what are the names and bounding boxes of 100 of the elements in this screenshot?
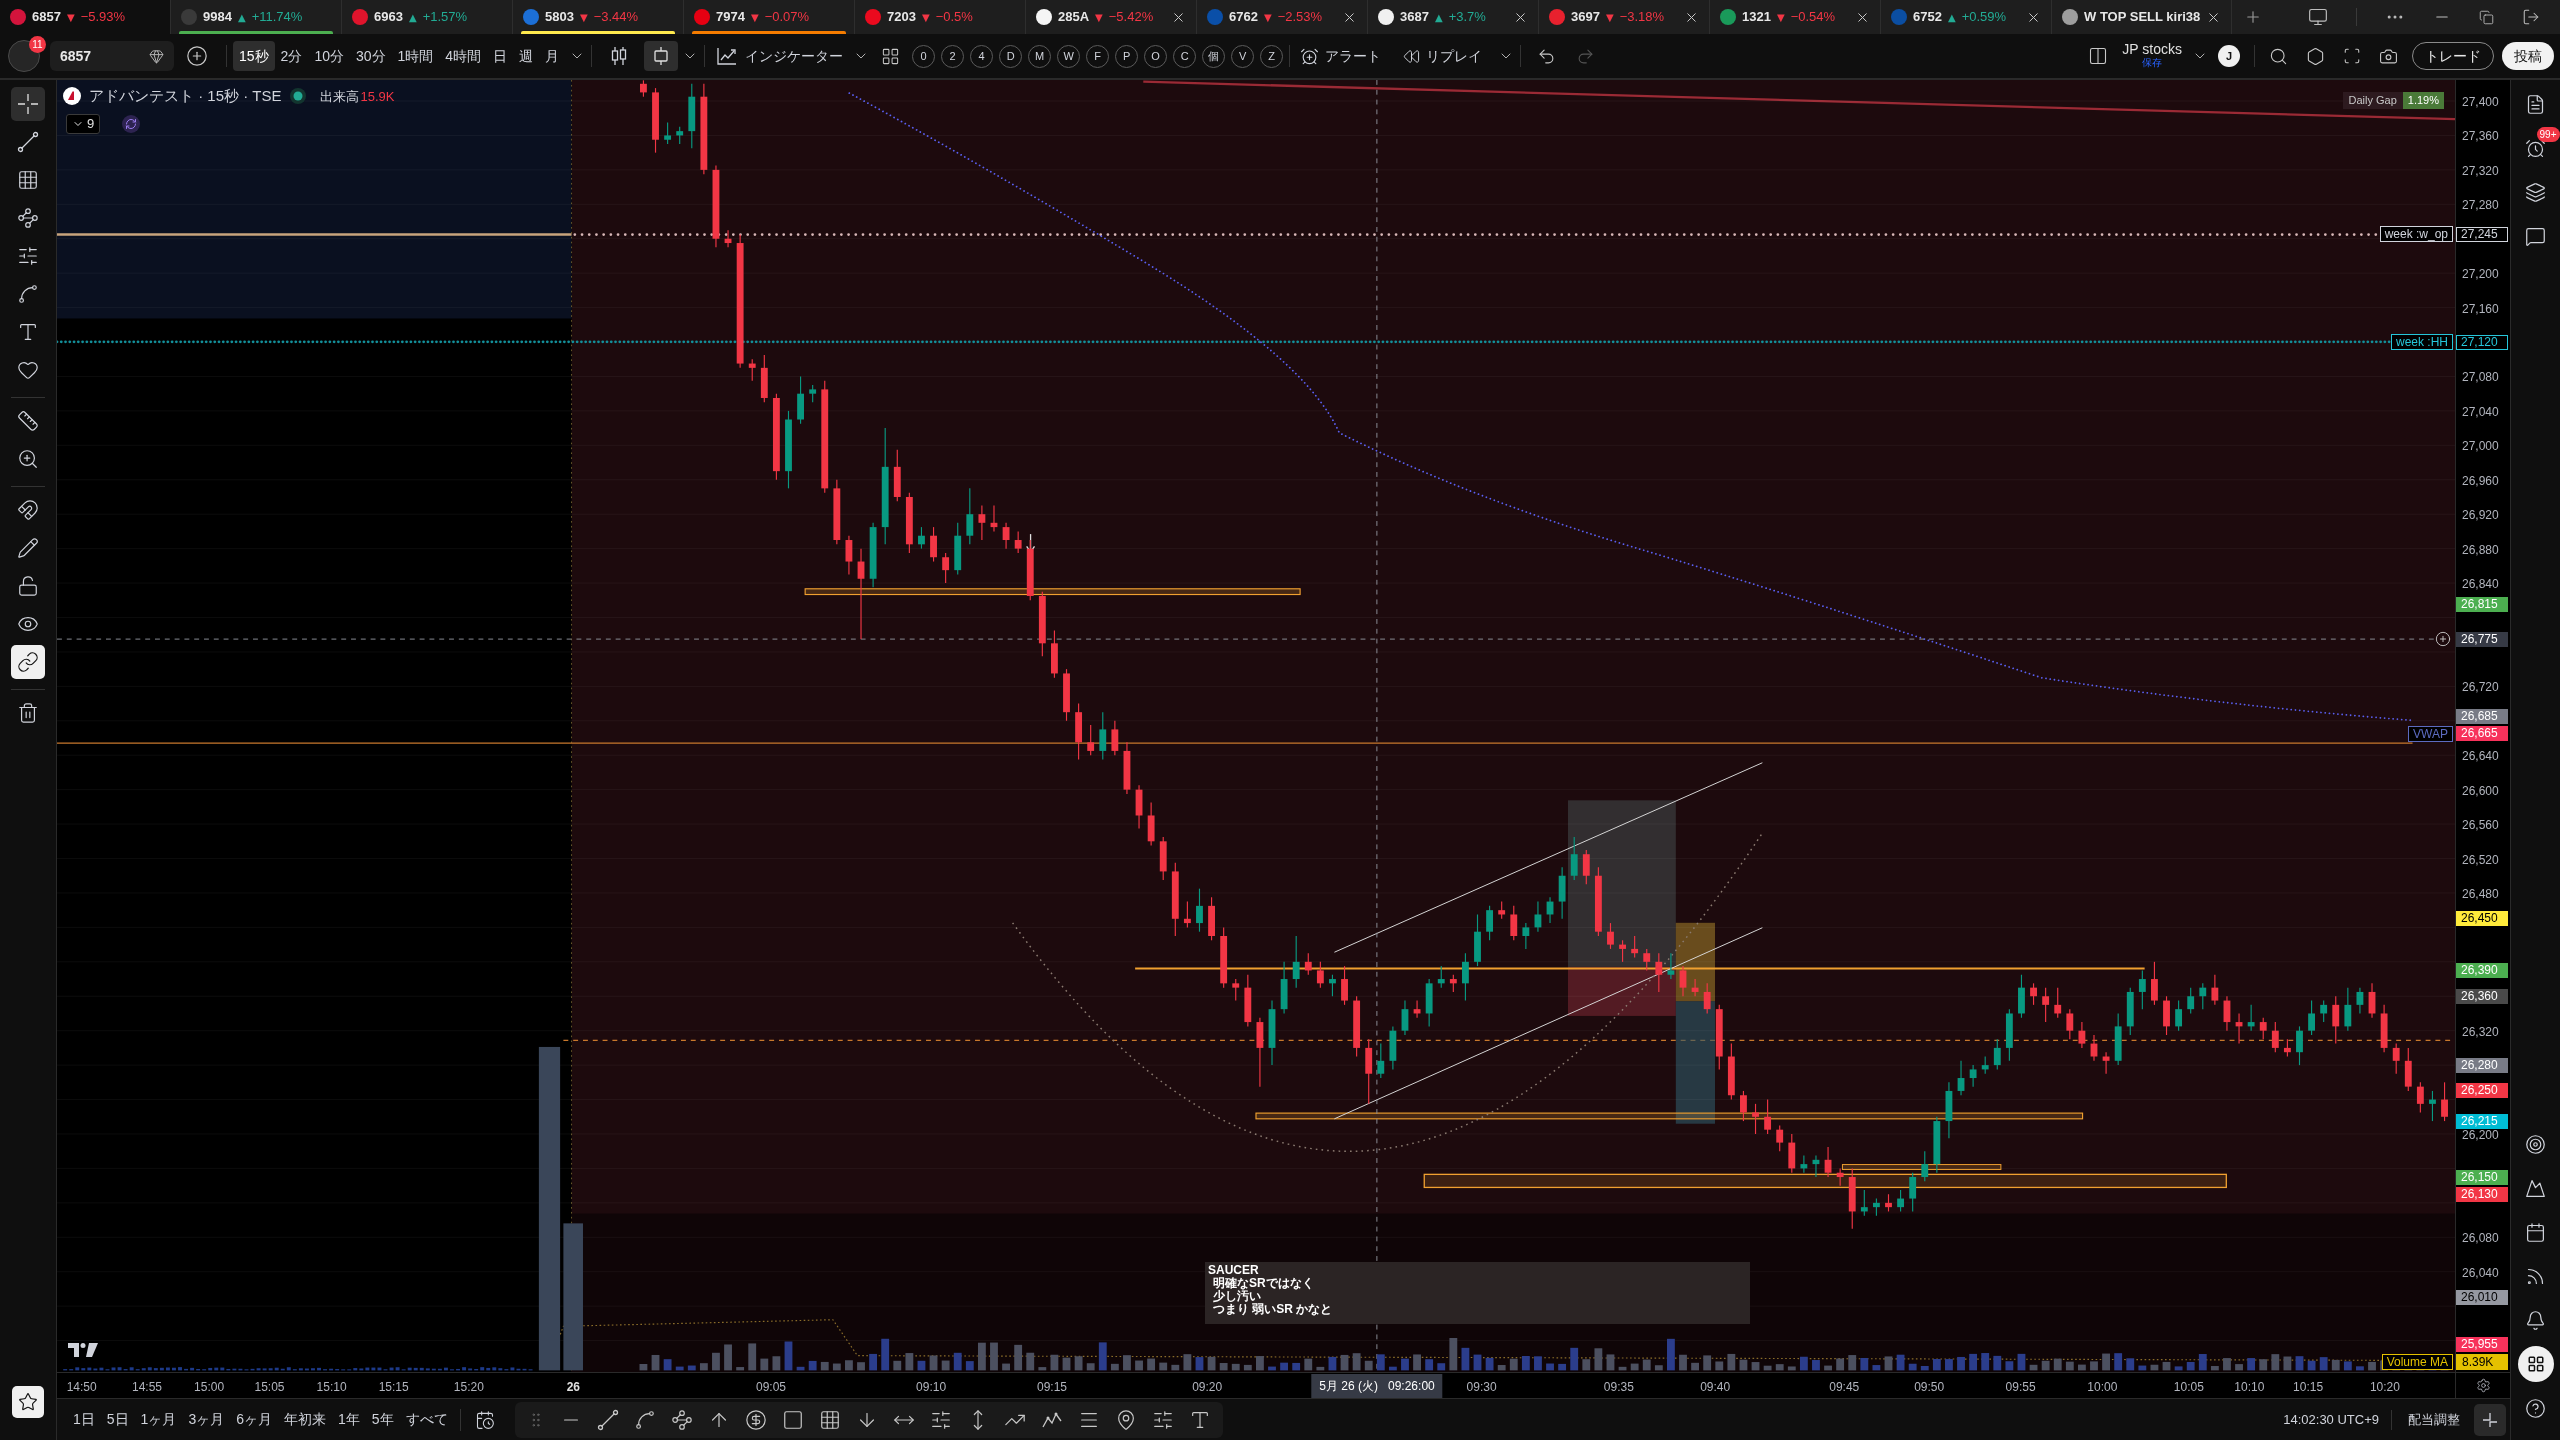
settings-icon[interactable]	[2475, 1378, 2491, 1393]
grid-icon[interactable]	[17, 169, 39, 191]
heart-icon[interactable]	[17, 359, 39, 381]
waypoints-icon[interactable]	[670, 1408, 693, 1431]
interval-button[interactable]: 週	[513, 41, 540, 71]
search-icon[interactable]	[2269, 46, 2288, 66]
mountain-icon[interactable]	[2525, 1177, 2546, 1199]
chat-icon[interactable]	[2525, 225, 2546, 247]
range-button[interactable]: 3ヶ月	[182, 1405, 231, 1434]
candle	[1631, 935, 1639, 959]
document-icon[interactable]	[2525, 93, 2546, 115]
replay-button[interactable]: リプレイ	[1399, 41, 1487, 71]
layout-name-button[interactable]: JP stocks 保存	[2122, 42, 2182, 70]
favorites-button[interactable]	[12, 1386, 44, 1418]
sidebar-button[interactable]	[2517, 1346, 2554, 1382]
maximize-button[interactable]	[2474, 1403, 2506, 1436]
restore-icon[interactable]	[2479, 9, 2494, 25]
corner-icon[interactable]	[2483, 1412, 2497, 1427]
grid-icon[interactable]	[818, 1408, 841, 1431]
symbol-search-field[interactable]: 6857	[50, 41, 174, 71]
link-icon[interactable]	[17, 651, 39, 673]
columns-icon[interactable]	[2088, 46, 2109, 66]
zoom-in-icon[interactable]	[17, 448, 39, 470]
apps-grid-icon[interactable]	[2526, 1355, 2545, 1373]
avatar-icon[interactable]	[8, 40, 40, 72]
calendar-icon[interactable]	[474, 1409, 495, 1430]
collapse-button[interactable]: 9	[66, 113, 101, 134]
pencil-icon[interactable]	[17, 537, 39, 559]
interval-button[interactable]: 2分	[274, 41, 309, 71]
time-label: 09:55	[2005, 1379, 2036, 1396]
spline-icon[interactable]	[17, 283, 39, 305]
exit-icon[interactable]	[2522, 8, 2540, 26]
crosshair-icon[interactable]	[17, 93, 39, 115]
interval-button[interactable]: 30分	[349, 41, 392, 71]
layout-grid-icon[interactable]	[881, 46, 901, 66]
dollar-icon[interactable]	[744, 1408, 767, 1431]
layers-icon[interactable]	[2525, 181, 2546, 203]
range-button[interactable]: すべて	[399, 1405, 454, 1434]
star-icon[interactable]	[18, 1392, 38, 1412]
range-button[interactable]: 5年	[365, 1405, 400, 1434]
sliders-icon[interactable]	[1151, 1408, 1174, 1431]
interval-button[interactable]: 日	[487, 41, 514, 71]
price-tick-label: 26,200	[2462, 1128, 2499, 1141]
candle	[1075, 703, 1083, 761]
chart-curve-icon[interactable]	[717, 47, 738, 65]
sliders-icon[interactable]	[929, 1408, 952, 1431]
price-tick-label: 26,640	[2462, 750, 2499, 763]
candle-icon[interactable]	[652, 46, 671, 66]
adjustment-button[interactable]: 配当調整	[2404, 1405, 2464, 1434]
price-label: 26,250	[2456, 1083, 2508, 1099]
symbol-tab[interactable]: 6857 ▼ −5.93%	[0, 0, 171, 34]
target-icon[interactable]	[2525, 1133, 2546, 1155]
alarm-clock-icon[interactable]	[2525, 137, 2546, 159]
candles-icon[interactable]	[611, 46, 628, 66]
alarm-clock-icon[interactable]	[1300, 46, 1320, 66]
sliders-icon[interactable]	[17, 245, 39, 267]
candle	[2344, 987, 2352, 1032]
range-button[interactable]: 年初来	[278, 1405, 332, 1434]
candle	[1570, 836, 1578, 881]
alert-button[interactable]: アラート	[1296, 41, 1386, 71]
hexagon-icon[interactable]	[2306, 46, 2325, 66]
interval-button[interactable]: 月	[539, 41, 566, 71]
trash-icon[interactable]	[17, 702, 39, 724]
chart-style-button[interactable]	[644, 41, 679, 71]
waypoints-icon[interactable]	[17, 207, 39, 229]
rectangle-icon[interactable]	[781, 1408, 804, 1431]
publish-button[interactable]: 投稿	[2502, 42, 2554, 70]
add-symbol-icon[interactable]	[186, 45, 208, 67]
bell-icon[interactable]	[2525, 1309, 2546, 1331]
range-button[interactable]: 1日	[67, 1405, 101, 1434]
drawing-tool-button[interactable]	[11, 645, 45, 679]
candle	[1873, 1198, 1880, 1217]
interval-button[interactable]: 4時間	[439, 41, 488, 71]
trend-line-icon[interactable]	[17, 131, 39, 153]
interval-button[interactable]: 10分	[308, 41, 350, 71]
text-icon[interactable]	[17, 321, 39, 343]
magnet-icon[interactable]	[17, 499, 39, 521]
time-label: 10:00	[2087, 1379, 2118, 1396]
range-button[interactable]: 5日	[100, 1405, 135, 1434]
drawing-tool-button[interactable]	[11, 87, 45, 121]
range-button[interactable]: 1ヶ月	[134, 1405, 183, 1434]
fullscreen-icon[interactable]	[2343, 47, 2361, 65]
help-icon[interactable]	[2525, 1397, 2546, 1419]
padlock-icon[interactable]	[17, 575, 39, 597]
candle	[1740, 1090, 1747, 1122]
range-button[interactable]: 6ヶ月	[230, 1405, 278, 1434]
range-button[interactable]: 1年	[332, 1405, 366, 1434]
candle	[1848, 1167, 1856, 1230]
ruler-icon[interactable]	[17, 410, 39, 432]
trend-line-icon[interactable]	[596, 1408, 619, 1431]
gem-icon[interactable]	[149, 48, 164, 64]
spline-icon[interactable]	[633, 1408, 656, 1431]
indicators-button[interactable]: インジケーター	[711, 41, 850, 71]
monitor-icon[interactable]	[2308, 7, 2328, 27]
rewind-icon[interactable]	[1403, 47, 1421, 65]
interval-button[interactable]: 15秒	[233, 41, 275, 71]
candle	[2090, 1034, 2098, 1062]
calendar-icon[interactable]	[2525, 1221, 2546, 1243]
interval-button[interactable]: 1時間	[391, 41, 440, 71]
user-avatar[interactable]: J	[2218, 45, 2240, 67]
